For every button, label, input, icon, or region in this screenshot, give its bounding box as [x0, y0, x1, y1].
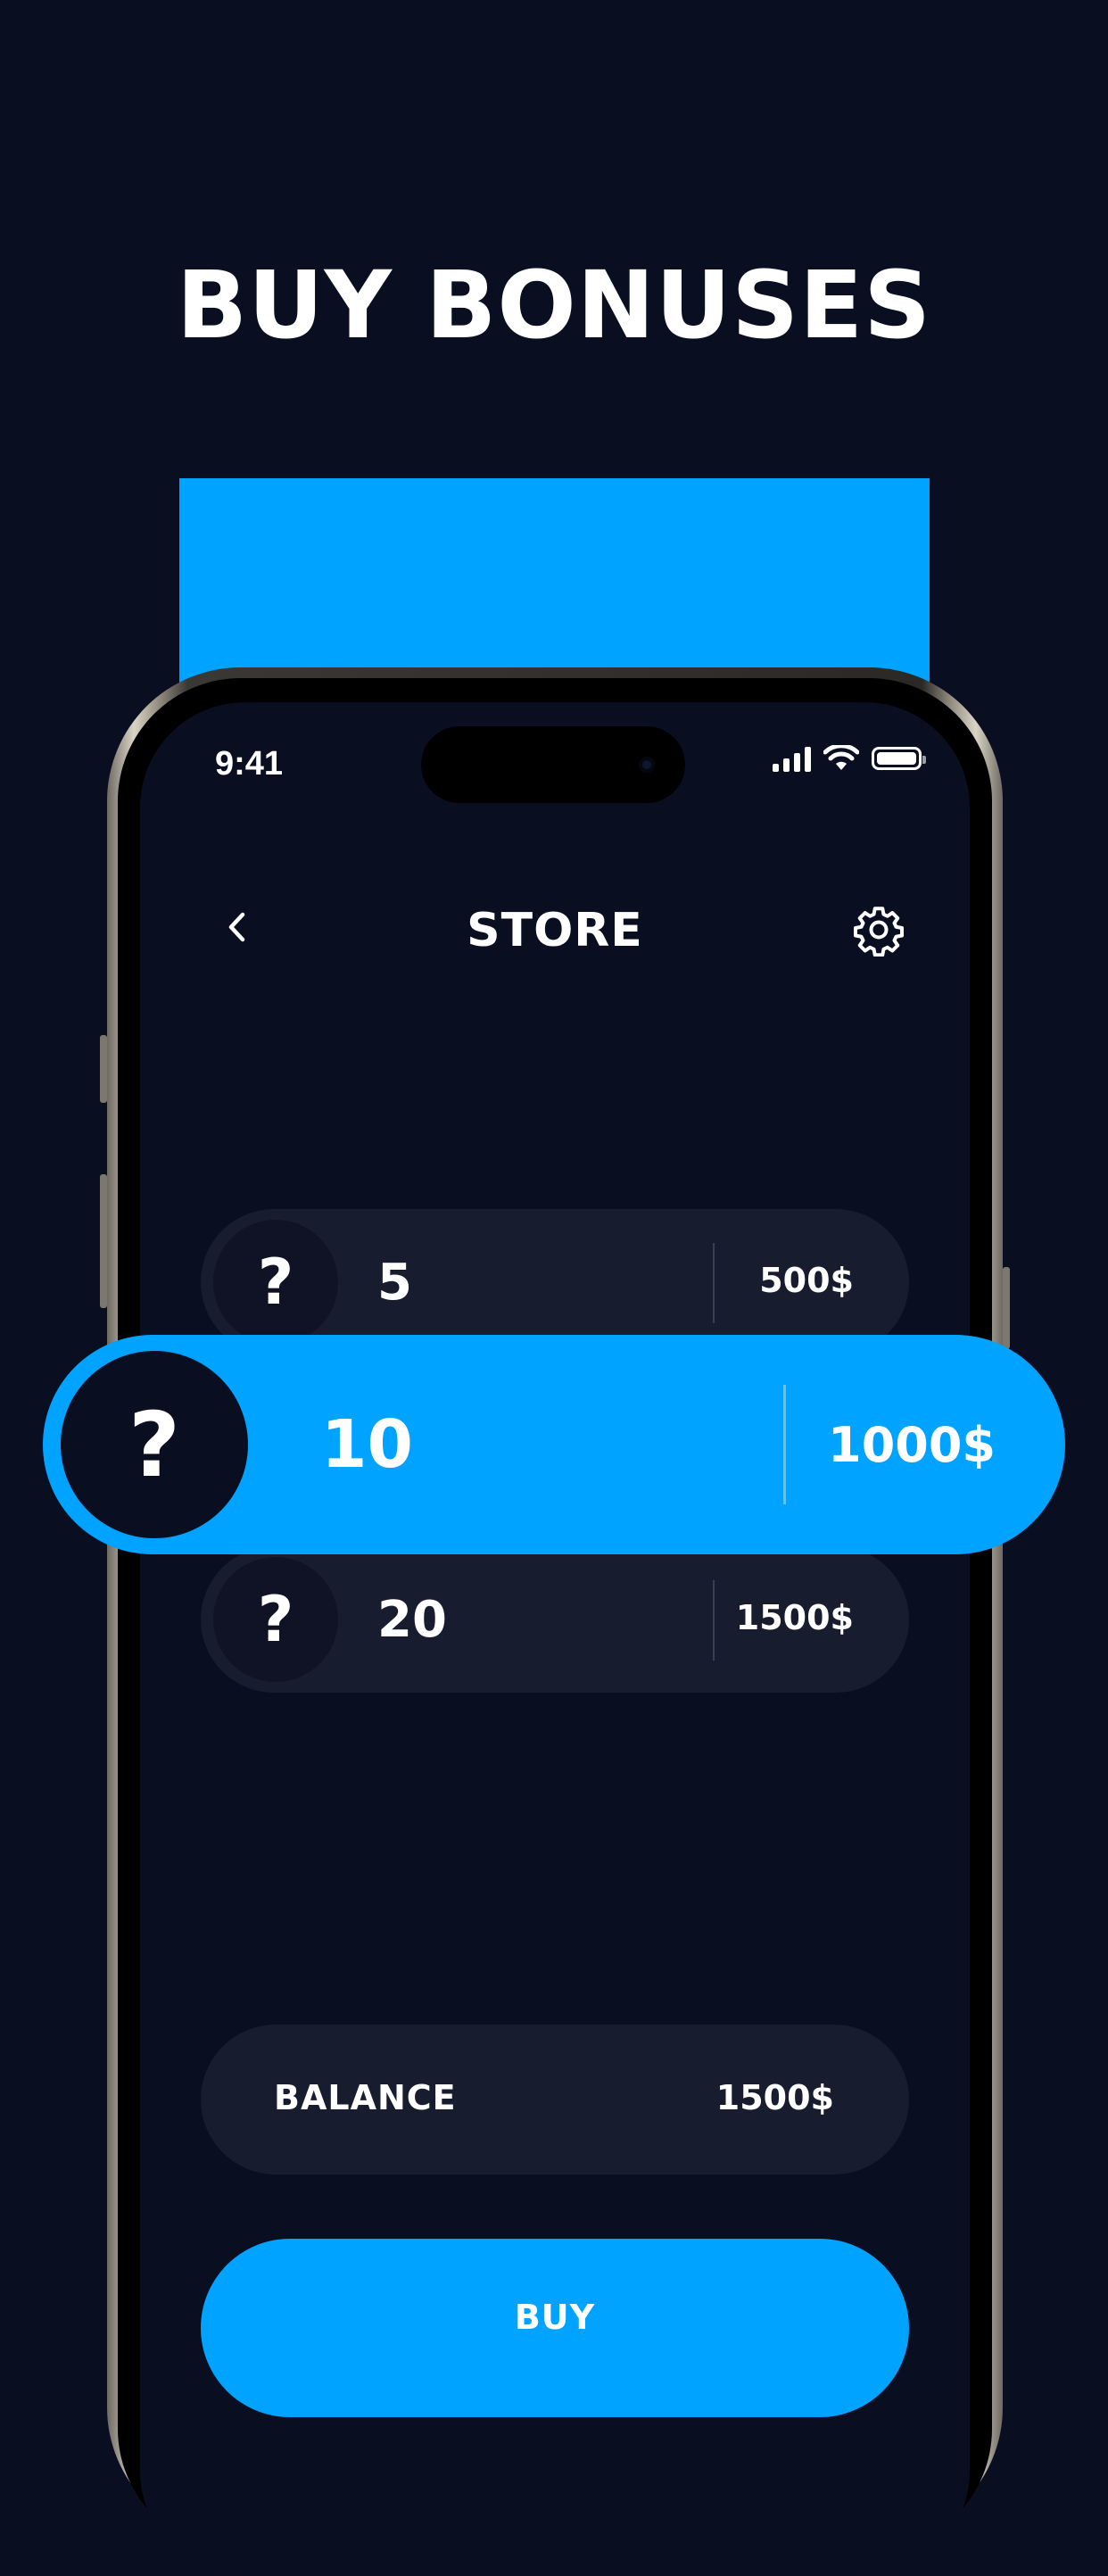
- store-item-5[interactable]: ? 5 500$: [201, 1209, 909, 1355]
- question-mark-icon: ?: [213, 1220, 338, 1345]
- headline: BUY BONUSES: [176, 251, 932, 360]
- item-price: 1500$: [735, 1598, 854, 1637]
- item-price: 500$: [759, 1261, 854, 1300]
- battery-icon: [872, 747, 926, 770]
- status-icons: [773, 745, 926, 772]
- settings-button[interactable]: [849, 900, 908, 959]
- store-item-10-selected[interactable]: ? 10 1000$: [43, 1335, 1065, 1554]
- camera-icon: [639, 757, 655, 773]
- store-item-20[interactable]: ? 20 1500$: [201, 1546, 909, 1693]
- wifi-icon: [823, 745, 859, 770]
- balance-value: 1500$: [715, 2078, 834, 2117]
- phone-volume-up-button: [100, 1174, 107, 1308]
- cellular-signal-icon: [773, 745, 811, 772]
- gear-icon: [854, 907, 904, 957]
- item-divider: [713, 1243, 715, 1323]
- question-mark-icon: ?: [61, 1351, 248, 1538]
- buy-button[interactable]: BUY: [201, 2239, 909, 2417]
- page-title: STORE: [467, 904, 643, 957]
- dynamic-island: [421, 726, 685, 803]
- item-quantity: 5: [377, 1254, 412, 1312]
- status-time: 9:41: [215, 745, 284, 783]
- phone-action-button: [100, 1035, 107, 1103]
- item-quantity: 20: [377, 1591, 447, 1649]
- item-price: 1000$: [828, 1417, 996, 1473]
- item-quantity: 10: [321, 1406, 413, 1483]
- phone-screen: 9:41 STORE ? 5 500$ ? 20 1500$ BALANCE 1…: [140, 702, 970, 2576]
- balance-label: BALANCE: [274, 2078, 457, 2117]
- buy-button-label: BUY: [514, 2298, 596, 2337]
- item-divider: [783, 1385, 786, 1504]
- balance-panel: BALANCE 1500$: [201, 2025, 909, 2174]
- item-divider: [713, 1580, 715, 1661]
- question-mark-icon: ?: [213, 1557, 338, 1682]
- phone-power-button: [1003, 1267, 1010, 1349]
